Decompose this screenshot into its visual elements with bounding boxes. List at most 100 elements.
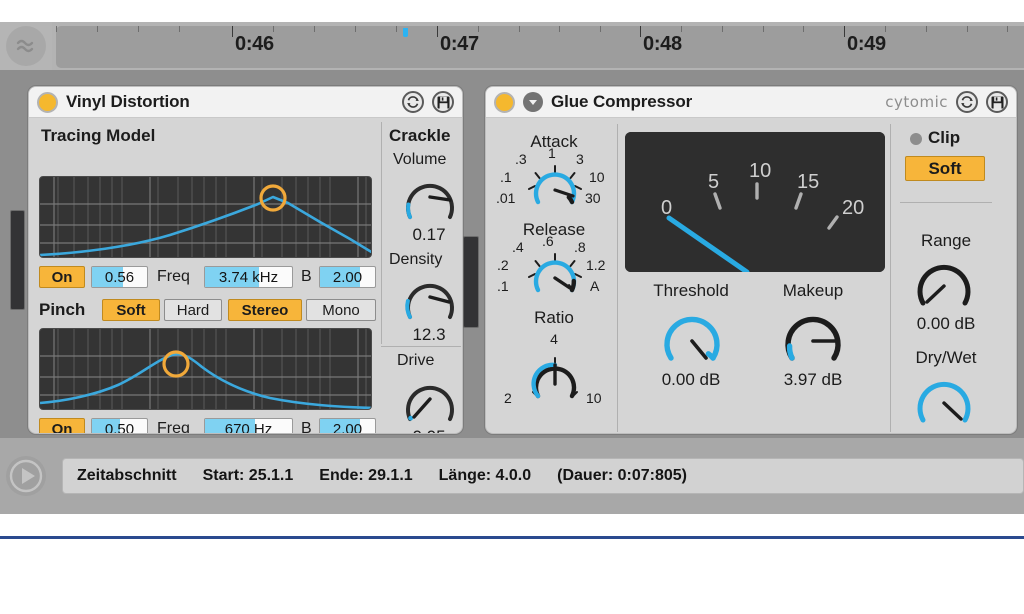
compressor-right-separator [890,124,891,432]
hot-swap-icon[interactable] [402,91,424,113]
bottom-accent-rule [0,536,1024,539]
attack-scale-01: .01 [496,190,516,206]
ruler-label-2: 0:48 [643,33,682,55]
device-title-bar[interactable]: Vinyl Distortion [29,87,462,118]
drywet-value: 100 % [890,431,1002,433]
ratio-scale-4: 4 [550,331,558,347]
drive-label: Drive [397,352,435,369]
svg-text:0: 0 [661,197,672,219]
timeline-ruler[interactable]: 0:46 0:47 0:48 0:49 [56,26,1024,68]
bottom-margin [0,514,1024,610]
release-scale-12: 1.2 [586,257,606,273]
makeup-knob[interactable] [779,308,847,366]
band2-amount-field[interactable]: 0.50 [91,418,148,434]
pinch-soft-label: Soft [116,301,146,319]
ratio-scale-10: 10 [586,390,602,406]
band2-freq-value: 670 Hz [224,420,273,434]
attack-knob[interactable] [524,158,586,206]
drive-value: 0.05 [389,427,462,433]
release-scale-1: .1 [497,278,509,294]
band1-freq-field[interactable]: 3.74 kHz [204,266,293,288]
save-preset-icon[interactable] [432,91,454,113]
playhead-marker[interactable] [403,28,408,37]
status-field-3: Länge: 4.0.0 [438,467,532,484]
stereo-button[interactable]: Stereo [228,299,302,321]
device-output-meter [463,236,479,328]
crackle-density-label: Density [389,251,443,268]
band1-on-toggle[interactable]: On [39,266,85,288]
crackle-density-knob[interactable] [401,273,459,323]
chevron-down-icon[interactable] [523,92,543,112]
save-preset-icon[interactable] [986,91,1008,113]
release-scale-a: A [590,278,600,294]
band2-b-field[interactable]: 2.00 [319,418,376,434]
svg-text:5: 5 [708,171,719,193]
status-field-0: Zeitabschnitt [77,467,177,484]
device-title-bar[interactable]: Glue Compressor cytomic [486,87,1016,118]
makeup-value: 3.97 dB [783,370,843,389]
soft-clip-button[interactable]: Soft [905,156,985,181]
device-power-toggle[interactable] [37,91,58,113]
pinch-label: Pinch [39,300,86,319]
band2-amount-value: 0.50 [104,420,135,434]
band1-b-value: 2.00 [332,268,363,286]
release-knob[interactable] [524,246,586,294]
status-field-2: Ende: 29.1.1 [319,467,413,484]
release-label: Release [522,220,586,239]
band2-b-value: 2.00 [332,420,363,434]
attack-scale-thirty: 30 [585,190,601,206]
play-icon[interactable] [6,456,46,496]
drywet-label: Dry/Wet [915,348,977,367]
crackle-volume-knob[interactable] [401,173,459,223]
waveform-icon[interactable] [6,26,46,66]
ruler-label-3: 0:49 [847,33,886,55]
status-bar[interactable]: Zeitabschnitt Start: 25.1.1 Ende: 29.1.1… [62,458,1024,494]
band2-on-toggle[interactable]: On [39,418,85,434]
compressor-left-separator [617,124,618,432]
band1-amount-value: 0.56 [104,268,135,286]
tracing-model-label: Tracing Model [41,126,156,145]
soft-clip-label: Soft [928,158,962,178]
ruler-label-0: 0:46 [235,33,274,55]
band2-on-label: On [51,420,73,434]
svg-text:15: 15 [797,171,819,193]
ratio-knob[interactable] [524,352,586,400]
band2-freq-field[interactable]: 670 Hz [204,418,293,434]
ratio-label: Ratio [534,308,574,327]
band2-freq-label: Freq [157,420,190,434]
tracing-model-graph-2[interactable] [39,328,372,410]
status-field-4: (Dauer: 0:07:805) [557,467,687,484]
mono-button[interactable]: Mono [306,299,376,321]
clip-led [910,133,922,145]
threshold-value: 0.00 dB [661,370,721,389]
stereo-label: Stereo [241,301,289,319]
device-power-toggle[interactable] [494,91,515,113]
crackle-volume-label: Volume [393,151,447,168]
device-vinyl-distortion[interactable]: Vinyl Distortion Tracing Model On 0.56 F… [28,86,463,434]
gain-reduction-meter: 0 5 10 15 20 [625,132,885,272]
status-field-1: Start: 25.1.1 [202,467,294,484]
band1-b-label: B [301,268,312,285]
range-knob[interactable] [912,256,976,310]
pinch-hard-label: Hard [176,301,210,319]
drive-knob[interactable] [401,375,459,425]
pinch-soft-button[interactable]: Soft [102,299,160,321]
band1-amount-field[interactable]: 0.56 [91,266,148,288]
band1-on-label: On [51,268,73,286]
attack-scale-1: .1 [500,169,512,185]
makeup-label: Makeup [782,281,844,300]
pinch-hard-button[interactable]: Hard [164,299,222,321]
device-glue-compressor[interactable]: Glue Compressor cytomic Attack .01 .1 .3 [485,86,1017,434]
brand-label: cytomic [885,93,948,111]
threshold-knob[interactable] [658,308,726,366]
tracing-model-graph-1[interactable] [39,176,372,258]
hot-swap-icon[interactable] [956,91,978,113]
release-scale-4: .4 [512,239,524,255]
band1-b-field[interactable]: 2.00 [319,266,376,288]
drywet-knob[interactable] [912,373,976,427]
track-input-meter-left [10,210,25,310]
clip-label: Clip [928,128,961,147]
range-label: Range [920,231,972,250]
band1-freq-label: Freq [157,268,190,285]
release-scale-2: .2 [497,257,509,273]
